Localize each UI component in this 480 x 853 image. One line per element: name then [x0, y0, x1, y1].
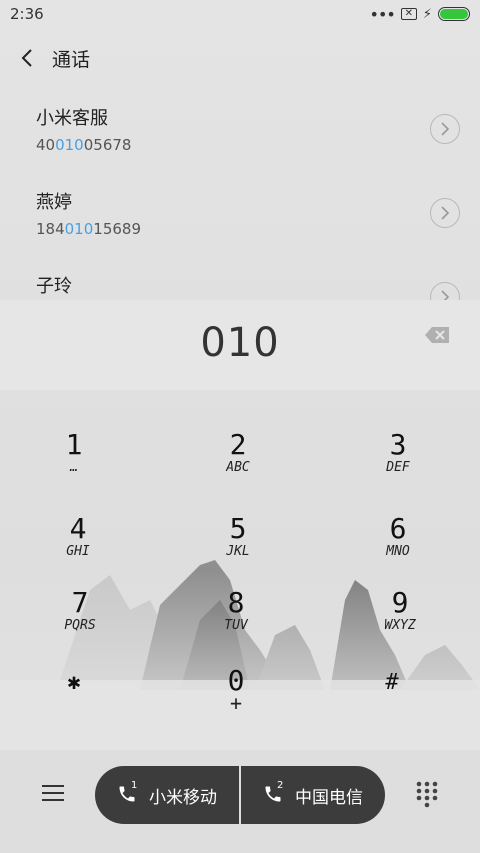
key-8[interactable]: 8 TUV: [176, 588, 296, 658]
key-0[interactable]: 0 +: [176, 666, 296, 736]
menu-icon[interactable]: [40, 782, 66, 804]
dial-display: 010: [0, 300, 480, 390]
battery-icon: [438, 7, 470, 21]
status-time: 2:36: [10, 5, 44, 23]
bottom-bar: 1 小米移动 2 中国电信: [0, 750, 480, 853]
call-sim2-button[interactable]: 2 中国电信: [239, 766, 385, 824]
key-6[interactable]: 6 MNO: [338, 514, 458, 584]
keypad: 1 … 2 ABC 3 DEF 4 GHI 5 JKL 6 MNO 7 PQRS…: [0, 390, 480, 750]
phone-icon: 1: [117, 780, 139, 806]
contact-detail-button[interactable]: [430, 114, 460, 144]
key-2[interactable]: 2 ABC: [178, 430, 298, 500]
sim1-label: 小米移动: [149, 787, 217, 808]
contact-name: 小米客服: [36, 108, 108, 129]
key-star[interactable]: ✱: [14, 668, 134, 738]
call-sim1-button[interactable]: 1 小米移动: [95, 766, 239, 824]
header: 通话: [0, 40, 480, 76]
contact-item[interactable]: 燕婷 18401015689: [0, 170, 480, 254]
sim-no-signal-icon: ✕: [400, 8, 417, 20]
key-hash[interactable]: #: [332, 668, 452, 738]
status-bar: 2:36 ••• ✕ ⚡: [0, 0, 480, 28]
phone-icon: 2: [263, 780, 285, 806]
page-title: 通话: [52, 48, 91, 71]
contact-item[interactable]: 小米客服 4001005678: [0, 86, 480, 170]
status-icons: ••• ✕ ⚡: [370, 5, 470, 24]
key-9[interactable]: 9 WXYZ: [340, 588, 460, 658]
contact-number: 4001005678: [36, 136, 132, 154]
contact-detail-button[interactable]: [430, 198, 460, 228]
key-5[interactable]: 5 JKL: [178, 514, 298, 584]
dialpad-icon[interactable]: [414, 780, 440, 810]
contact-name: 燕婷: [36, 192, 72, 213]
key-3[interactable]: 3 DEF: [338, 430, 458, 500]
contact-number: 18401015689: [36, 220, 141, 238]
sim2-label: 中国电信: [295, 787, 363, 808]
more-notifications-icon: •••: [369, 4, 396, 24]
key-1[interactable]: 1 …: [14, 430, 134, 500]
chevron-right-icon: [441, 122, 450, 136]
call-buttons: 1 小米移动 2 中国电信: [95, 766, 385, 824]
back-icon[interactable]: [18, 48, 38, 68]
charging-icon: ⚡: [422, 6, 432, 22]
key-7[interactable]: 7 PQRS: [20, 588, 140, 658]
backspace-icon[interactable]: [424, 326, 450, 344]
chevron-right-icon: [441, 206, 450, 220]
dialed-number: 010: [200, 320, 280, 366]
contact-name: 子玲: [36, 276, 72, 297]
key-4[interactable]: 4 GHI: [18, 514, 138, 584]
